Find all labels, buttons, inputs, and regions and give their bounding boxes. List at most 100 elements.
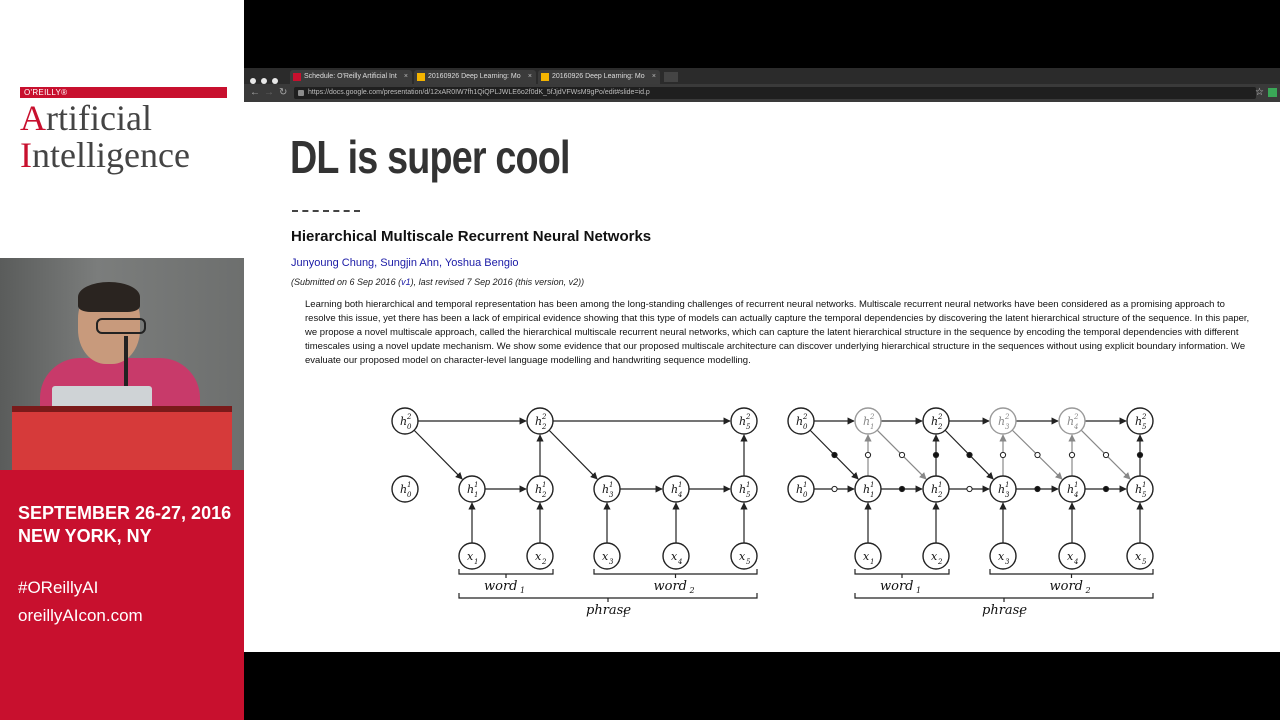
svg-text:x: x [1135, 550, 1142, 563]
event-info: SEPTEMBER 26-27, 2016 NEW YORK, NY #ORei… [0, 470, 244, 720]
svg-text:3: 3 [1005, 491, 1010, 499]
svg-text:x: x [671, 550, 678, 563]
bookmark-star-icon[interactable]: ☆ [1255, 87, 1264, 99]
svg-text:1: 1 [870, 558, 874, 566]
svg-text:1: 1 [938, 481, 942, 489]
close-tab-icon[interactable]: × [404, 70, 408, 84]
svg-text:1: 1 [622, 610, 627, 619]
svg-text:2: 2 [1141, 413, 1147, 421]
svg-text:5: 5 [746, 491, 751, 499]
svg-text:5: 5 [746, 558, 751, 566]
new-tab-button[interactable] [664, 72, 678, 82]
svg-text:2: 2 [869, 413, 875, 421]
tab-schedule[interactable]: Schedule: O'Reilly Artificial Int × [290, 70, 412, 84]
svg-text:x: x [739, 550, 746, 563]
svg-text:1: 1 [474, 491, 478, 499]
right-h2-0: h 20 [787, 407, 815, 435]
diagram-braces: word 1 word 2phrase1word 1 word 2phrase1 [458, 569, 1154, 619]
svg-text:5: 5 [746, 423, 751, 431]
svg-text:2: 2 [541, 413, 547, 421]
right-h1-2: h 12 [922, 475, 950, 503]
tab-slides-2[interactable]: 20160926 Deep Learning: Mo × [538, 70, 660, 84]
right-h1-3: h 13 [989, 475, 1017, 503]
svg-text:1: 1 [1142, 481, 1146, 489]
svg-text:2: 2 [937, 558, 943, 566]
svg-text:2: 2 [1073, 413, 1079, 421]
svg-text:1: 1 [870, 423, 874, 431]
podium [12, 406, 232, 470]
svg-text:2: 2 [541, 423, 547, 431]
url-text: https://docs.google.com/presentation/d/1… [308, 89, 650, 96]
left-x-1: x1 [458, 542, 486, 570]
svg-text:1: 1 [1074, 481, 1078, 489]
right-h1-4: h 14 [1058, 475, 1086, 503]
close-tab-icon[interactable]: × [652, 70, 656, 84]
svg-text:x: x [535, 550, 542, 563]
close-tab-icon[interactable]: × [528, 70, 532, 84]
brace-label: word [880, 579, 914, 594]
svg-text:3: 3 [609, 491, 614, 499]
svg-text:5: 5 [1142, 423, 1147, 431]
svg-text:0: 0 [803, 491, 808, 499]
event-dates: SEPTEMBER 26-27, 2016 NEW YORK, NY [18, 503, 232, 546]
svg-text:4: 4 [677, 558, 682, 566]
right-x-1: x1 [854, 542, 882, 570]
brand-panel: O'REILLY® Artificial Intelligence [0, 0, 244, 258]
glasses-icon [96, 318, 146, 334]
svg-text:2: 2 [1004, 413, 1010, 421]
left-h1-5: h 15 [730, 475, 758, 503]
oreilly-favicon-icon [293, 73, 301, 81]
svg-text:0: 0 [407, 491, 412, 499]
svg-text:1: 1 [746, 481, 750, 489]
reload-icon[interactable]: ↻ [279, 87, 287, 99]
svg-text:3: 3 [1005, 423, 1010, 431]
left-h2-2: h 22 [526, 407, 554, 435]
right-x-5: x5 [1126, 542, 1154, 570]
svg-text:1: 1 [520, 586, 525, 595]
forward-arrow-icon[interactable]: → [264, 87, 274, 99]
conference-sidebar: O'REILLY® Artificial Intelligence SEPTEM… [0, 0, 244, 720]
version-link[interactable]: v1 [401, 277, 411, 287]
svg-text:5: 5 [1142, 491, 1147, 499]
right-x-2: x2 [922, 542, 950, 570]
publisher-label: O'REILLY® [24, 88, 68, 97]
brace-label: word [484, 579, 518, 594]
right-x-4: x4 [1058, 542, 1086, 570]
svg-text:1: 1 [1018, 610, 1023, 619]
slide-title: DL is super cool [290, 131, 570, 183]
paper-abstract: Learning both hierarchical and temporal … [305, 299, 1250, 366]
brace-label: word [654, 579, 688, 594]
address-toolbar: ← → ↻ https://docs.google.com/presentati… [244, 84, 1280, 102]
slides-favicon-icon [417, 73, 425, 81]
svg-text:2: 2 [1085, 586, 1091, 595]
tab-slides-1[interactable]: 20160926 Deep Learning: Mo × [414, 70, 536, 84]
svg-text:2: 2 [541, 558, 547, 566]
right-h2-5: h 25 [1126, 407, 1154, 435]
svg-text:4: 4 [1073, 423, 1078, 431]
left-h1-1: h 11 [458, 475, 486, 503]
svg-text:x: x [467, 550, 474, 563]
svg-text:2: 2 [802, 413, 808, 421]
speaker-video [0, 258, 244, 470]
diagram-edges [413, 417, 1144, 543]
brace-label: word [1050, 579, 1084, 594]
url-bar[interactable]: https://docs.google.com/presentation/d/1… [294, 87, 1256, 99]
paper-authors[interactable]: Junyoung Chung, Sungjin Ahn, Yoshua Beng… [291, 257, 519, 269]
svg-text:x: x [602, 550, 609, 563]
svg-text:1: 1 [474, 481, 478, 489]
svg-text:1: 1 [678, 481, 682, 489]
left-h1-2: h 12 [526, 475, 554, 503]
svg-text:2: 2 [937, 413, 943, 421]
svg-text:1: 1 [407, 481, 411, 489]
browser-window: Schedule: O'Reilly Artificial Int × 20160… [244, 68, 1280, 652]
svg-text:0: 0 [803, 423, 808, 431]
extension-icon[interactable] [1268, 88, 1277, 97]
svg-text:4: 4 [1073, 558, 1078, 566]
left-x-5: x5 [730, 542, 758, 570]
back-arrow-icon[interactable]: ← [250, 87, 260, 99]
svg-text:1: 1 [542, 481, 546, 489]
right-h1-5: h 15 [1126, 475, 1154, 503]
svg-text:1: 1 [1005, 481, 1009, 489]
svg-text:0: 0 [407, 423, 412, 431]
slides-favicon-icon [541, 73, 549, 81]
